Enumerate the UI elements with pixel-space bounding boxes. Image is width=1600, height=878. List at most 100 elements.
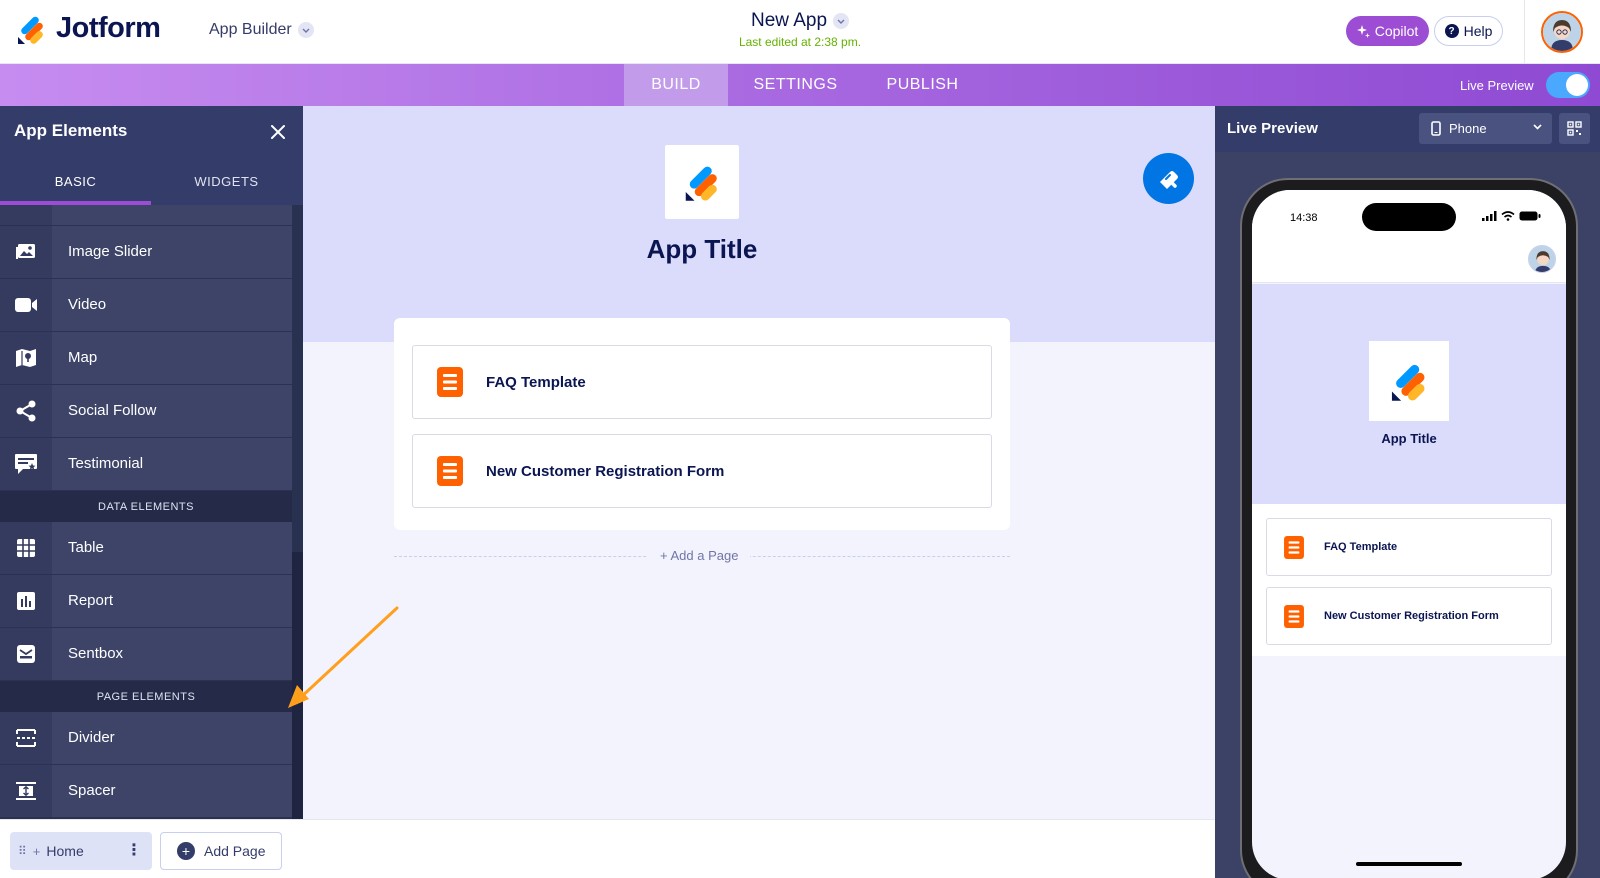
help-button[interactable]: ? Help	[1434, 16, 1503, 46]
app-name: New App	[750, 10, 828, 31]
phone-page-label: New Customer Registration Form	[1324, 610, 1499, 622]
home-indicator	[1356, 862, 1462, 866]
copilot-label: Copilot	[1374, 23, 1419, 39]
app-designer-button[interactable]	[1143, 153, 1194, 204]
close-icon[interactable]	[268, 122, 288, 142]
phone-app-bar	[1252, 240, 1566, 283]
element-label: Sentbox	[68, 645, 124, 662]
app-elements-panel: App Elements BASIC WIDGETS Image Slider …	[0, 106, 303, 819]
spacer-icon	[0, 765, 52, 817]
live-preview-header: Live Preview Phone	[1215, 106, 1600, 152]
page-item-faq[interactable]: FAQ Template	[412, 345, 992, 419]
brand-name: Jotform	[56, 12, 161, 44]
element-label: Map	[68, 349, 98, 366]
live-preview-toggle[interactable]: Live Preview	[1460, 72, 1590, 98]
share-icon	[0, 385, 52, 437]
avatar-illustration-icon	[1543, 13, 1581, 51]
element-spacer[interactable]: Spacer	[0, 765, 292, 818]
app-title[interactable]: App Title	[303, 234, 1101, 265]
add-page-button[interactable]: + Add Page	[160, 832, 282, 870]
element-icon	[0, 205, 52, 225]
app-canvas: App Title FAQ Template New Customer Regi…	[303, 106, 1215, 819]
page-item-label: New Customer Registration Form	[486, 463, 725, 480]
element-row-partial[interactable]	[0, 205, 292, 226]
add-page-label: Add Page	[204, 843, 266, 859]
drag-handle-icon[interactable]: ⠿	[18, 844, 27, 858]
battery-icon	[1519, 211, 1541, 221]
element-label: Testimonial	[68, 455, 144, 472]
status-icons	[1482, 211, 1541, 221]
device-select[interactable]: Phone	[1419, 113, 1552, 144]
help-label: Help	[1463, 23, 1493, 39]
builder-navbar: BUILD SETTINGS PUBLISH Live Preview	[0, 64, 1600, 106]
chevron-down-icon	[833, 13, 850, 29]
phone-app-banner: App Title	[1252, 284, 1566, 504]
status-time: 14:38	[1290, 212, 1318, 224]
element-sentbox[interactable]: Sentbox	[0, 628, 292, 681]
page-item-registration[interactable]: New Customer Registration Form	[412, 434, 992, 508]
phone-page-label: FAQ Template	[1324, 541, 1398, 553]
app-header-banner[interactable]	[303, 106, 1215, 342]
phone-app-logo	[1369, 341, 1449, 421]
jotform-logo-icon	[685, 166, 717, 201]
phone-device-icon	[1431, 121, 1441, 136]
dynamic-island	[1362, 203, 1456, 231]
phone-screen: 14:38 App Title FAQ Template New Custome…	[1252, 190, 1566, 878]
home-page-label: Home	[46, 843, 84, 859]
tab-widgets[interactable]: WIDGETS	[151, 158, 302, 205]
qr-code-button[interactable]	[1559, 113, 1590, 144]
element-label: Report	[68, 592, 114, 609]
app-elements-header: App Elements	[0, 106, 303, 158]
element-video[interactable]: Video	[0, 279, 292, 332]
tab-basic[interactable]: BASIC	[0, 158, 151, 205]
element-table[interactable]: Table	[0, 522, 292, 575]
live-preview-panel: Live Preview Phone 14:38 App Title FAQ T…	[1215, 106, 1600, 878]
elements-list: Image Slider Video Map Social Follow Tes…	[0, 205, 292, 819]
jotform-logo-icon	[1391, 364, 1425, 401]
tab-build[interactable]: BUILD	[624, 64, 728, 106]
element-social-follow[interactable]: Social Follow	[0, 385, 292, 438]
phone-mockup: 14:38 App Title FAQ Template New Custome…	[1240, 178, 1578, 878]
app-pages-card: FAQ Template New Customer Registration F…	[394, 318, 1010, 530]
element-testimonial[interactable]: Testimonial	[0, 438, 292, 491]
sparkle-icon	[1356, 24, 1370, 38]
tab-publish[interactable]: PUBLISH	[872, 64, 973, 106]
section-data-elements: DATA ELEMENTS	[0, 491, 292, 522]
jotform-logo-icon	[18, 16, 43, 44]
home-plus-icon: +	[32, 843, 41, 859]
chevron-down-icon	[1533, 124, 1542, 130]
app-logo[interactable]	[665, 145, 739, 219]
more-options-icon[interactable]: ⋮	[126, 840, 142, 860]
wifi-icon	[1501, 211, 1515, 221]
live-preview-switch[interactable]	[1545, 72, 1590, 98]
form-document-icon	[437, 456, 463, 486]
element-map[interactable]: Map	[0, 332, 292, 385]
app-name-dropdown[interactable]: New App	[750, 10, 850, 32]
image-slider-icon	[0, 226, 52, 278]
phone-page-item-registration[interactable]: New Customer Registration Form	[1266, 587, 1552, 645]
element-report[interactable]: Report	[0, 575, 292, 628]
user-avatar[interactable]	[1541, 11, 1583, 53]
jotform-logo[interactable]: Jotform	[16, 12, 161, 45]
header-divider	[1524, 0, 1525, 64]
section-page-elements: PAGE ELEMENTS	[0, 681, 292, 712]
pages-bottom-bar: ⠿ + Home ⋮ + Add Page	[0, 819, 1215, 878]
page-tab-home[interactable]: ⠿ + Home ⋮	[10, 832, 152, 870]
report-chart-icon	[0, 575, 52, 627]
sentbox-icon	[0, 628, 52, 680]
element-label: Image Slider	[68, 243, 153, 260]
chevron-down-icon	[297, 22, 314, 38]
page-item-label: FAQ Template	[486, 374, 586, 391]
phone-page-item-faq[interactable]: FAQ Template	[1266, 518, 1552, 576]
phone-status-bar: 14:38	[1252, 190, 1566, 240]
tab-settings[interactable]: SETTINGS	[740, 64, 851, 106]
phone-user-avatar[interactable]	[1528, 245, 1556, 273]
map-icon	[0, 332, 52, 384]
paint-roller-icon	[1159, 170, 1178, 189]
add-a-page-link[interactable]: + Add a Page	[648, 548, 751, 563]
product-menu[interactable]: App Builder	[209, 21, 314, 39]
top-header: Jotform App Builder New App Last edited …	[0, 0, 1600, 64]
element-divider[interactable]: Divider	[0, 712, 292, 765]
copilot-button[interactable]: Copilot	[1346, 16, 1429, 46]
element-image-slider[interactable]: Image Slider	[0, 226, 292, 279]
